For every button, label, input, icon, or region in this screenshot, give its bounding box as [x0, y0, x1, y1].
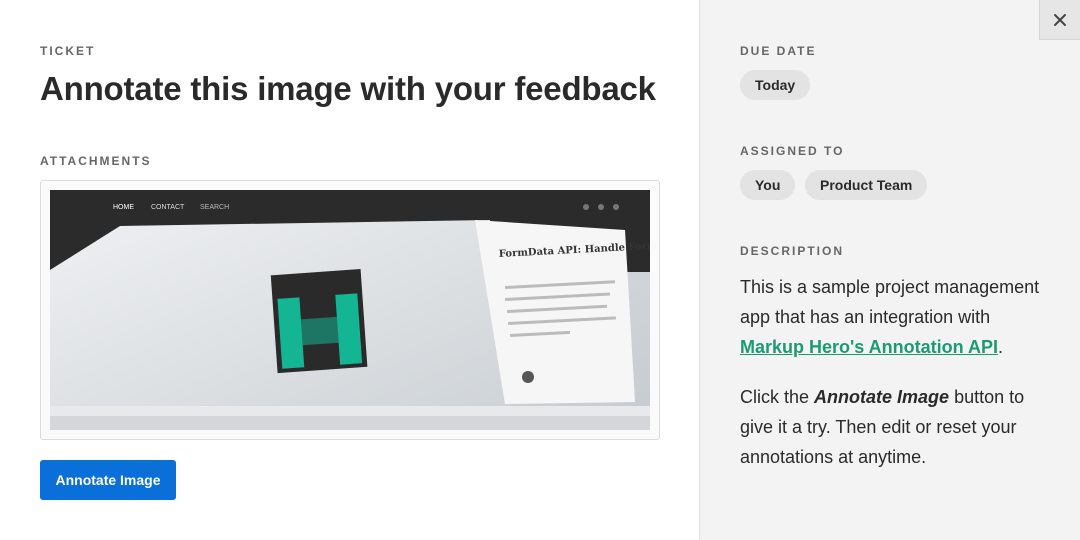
ticket-main-panel: TICKET Annotate this image with your fee…	[0, 0, 699, 540]
description-label: DESCRIPTION	[740, 244, 845, 258]
ticket-sidebar: DUE DATE Today ASSIGNED TO You Product T…	[699, 0, 1080, 540]
description-text-1: This is a sample project management app …	[740, 277, 1040, 327]
description-period: .	[997, 337, 1003, 357]
attachment-card[interactable]: HOME CONTACT SEARCH FormData API: Handle…	[40, 180, 660, 440]
assignee-badge-you[interactable]: You	[740, 170, 796, 200]
ticket-label: TICKET	[40, 44, 96, 58]
due-date-badge[interactable]: Today	[740, 70, 811, 100]
description-text: This is a sample project management app …	[740, 272, 1050, 472]
annotate-image-button[interactable]: Annotate Image	[40, 460, 176, 500]
annotate-image-mention: Annotate Image	[814, 387, 950, 407]
description-paragraph-2: Click the Annotate Image button to give …	[740, 382, 1050, 472]
thumb-nav-contact: CONTACT	[151, 204, 185, 211]
annotation-api-link[interactable]: Markup Hero's Annotation API	[740, 337, 998, 357]
thumb-nav-search: SEARCH	[200, 204, 229, 211]
description-text-2: Click the	[740, 387, 815, 407]
assignee-badge-product-team[interactable]: Product Team	[805, 170, 928, 200]
due-date-label: DUE DATE	[740, 44, 817, 58]
close-icon	[1054, 13, 1066, 26]
assigned-to-label: ASSIGNED TO	[740, 144, 845, 158]
close-button[interactable]	[1039, 0, 1080, 40]
page-title: Annotate this image with your feedback	[40, 70, 656, 107]
attachments-label: ATTACHMENTS	[40, 154, 152, 168]
description-paragraph-1: This is a sample project management app …	[740, 272, 1050, 362]
attachment-thumbnail[interactable]: HOME CONTACT SEARCH FormData API: Handle…	[50, 190, 650, 430]
thumb-nav-home: HOME	[113, 204, 134, 211]
thumbnail-image: HOME CONTACT SEARCH FormData API: Handle…	[50, 190, 650, 430]
